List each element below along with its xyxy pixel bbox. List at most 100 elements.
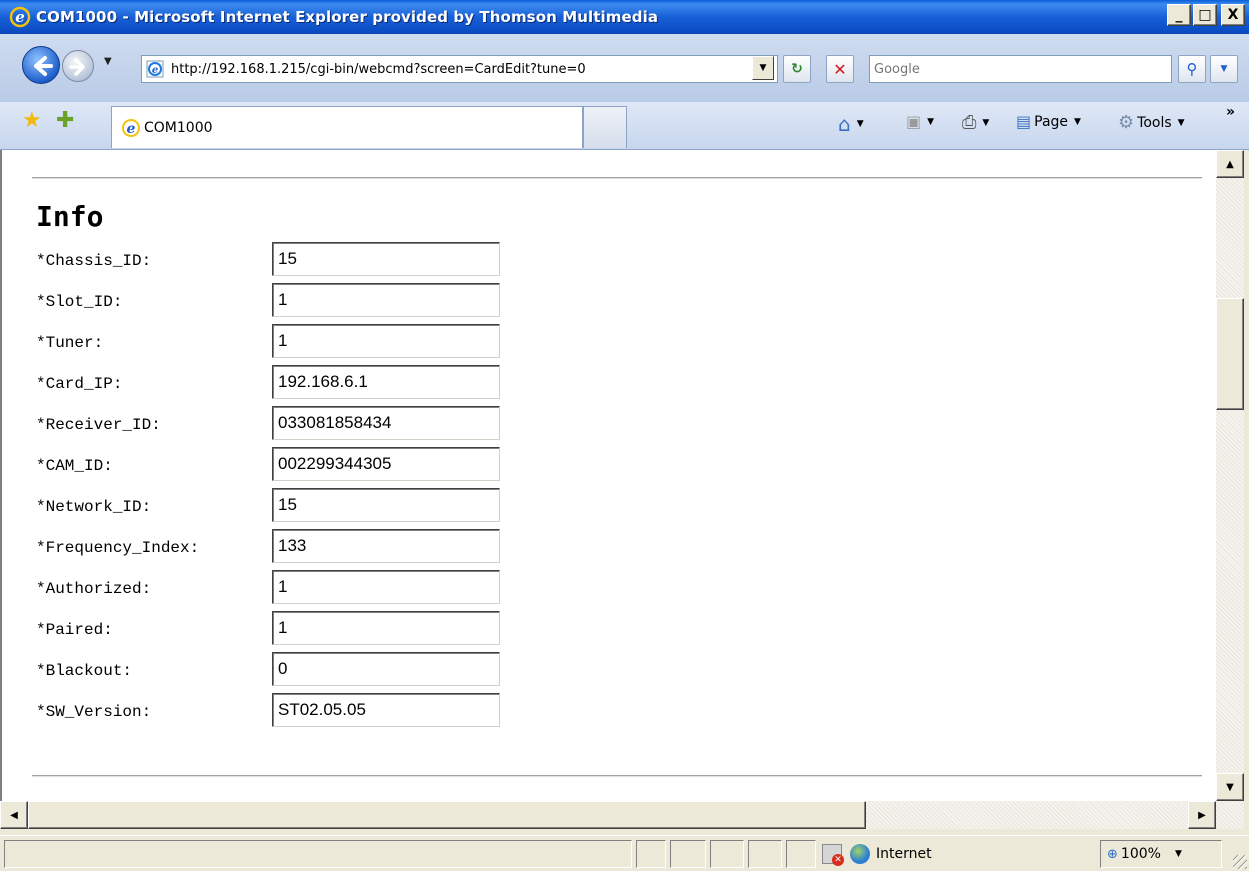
field-label: *Blackout: <box>36 662 133 680</box>
field-label: *CAM_ID: <box>36 457 113 475</box>
maximize-button[interactable]: □ <box>1193 4 1217 26</box>
paired-field[interactable] <box>272 611 500 645</box>
status-bar: ✕ Internet ⊕ 100% ▼ <box>0 835 1249 871</box>
field-label: *Tuner: <box>36 334 104 352</box>
field-label: *Receiver_ID: <box>36 416 161 434</box>
search-button[interactable]: ⚲ <box>1178 55 1206 83</box>
address-bar[interactable]: e <box>141 55 778 83</box>
cam-id-field[interactable] <box>272 447 500 481</box>
zone-label: Internet <box>876 846 932 862</box>
address-input[interactable] <box>165 58 777 80</box>
forward-arrow-icon <box>69 58 85 76</box>
chevron-down-icon: ▼ <box>1074 116 1081 127</box>
forward-button[interactable] <box>62 50 94 82</box>
horizontal-scrollbar[interactable]: ◀ ▶ <box>0 801 1244 829</box>
toolbar-overflow-button[interactable]: » <box>1226 104 1235 120</box>
arrow-up-icon: ▲ <box>1226 158 1234 170</box>
tab-com1000[interactable]: e COM1000 <box>111 106 583 148</box>
page-icon: e <box>146 60 164 78</box>
security-zone[interactable]: ✕ Internet <box>822 840 932 868</box>
field-label: *Paired: <box>36 621 113 639</box>
favorites-center-star-icon[interactable]: ★ <box>22 110 42 132</box>
search-icon: ⚲ <box>1186 60 1198 78</box>
status-panel <box>636 840 666 868</box>
field-label: *Network_ID: <box>36 498 152 516</box>
tools-menu-button[interactable]: ⚙ Tools ▼ <box>1118 112 1185 133</box>
scroll-down-button[interactable]: ▼ <box>1216 773 1244 801</box>
feed-icon: ▣ <box>906 112 922 131</box>
stop-icon: ✕ <box>833 59 847 79</box>
home-button[interactable]: ⌂ ▼ <box>838 112 864 136</box>
arrow-left-icon: ◀ <box>10 809 18 821</box>
new-tab-button[interactable] <box>583 106 627 148</box>
close-button[interactable]: X <box>1221 4 1245 26</box>
svg-text:e: e <box>127 121 136 137</box>
print-button[interactable]: ⎙ ▼ <box>962 112 989 133</box>
vertical-scroll-thumb[interactable] <box>1216 298 1244 410</box>
status-panel <box>710 840 744 868</box>
search-box[interactable] <box>869 55 1172 83</box>
network-id-field[interactable] <box>272 488 500 522</box>
page-icon: ▤ <box>1016 112 1032 131</box>
blackout-field[interactable] <box>272 652 500 686</box>
arrow-down-icon: ▼ <box>1226 781 1234 793</box>
horizontal-rule <box>32 177 1202 179</box>
field-label: *Frequency_Index: <box>36 539 200 557</box>
back-arrow-icon <box>34 56 53 76</box>
status-panel <box>786 840 816 868</box>
zoom-icon: ⊕ <box>1107 846 1118 862</box>
back-button[interactable] <box>22 46 60 84</box>
add-to-favorites-icon[interactable]: ✚ <box>56 110 74 132</box>
scroll-up-button[interactable]: ▲ <box>1216 150 1244 178</box>
sw-version-field[interactable] <box>272 693 500 727</box>
arrow-right-icon: ▶ <box>1198 809 1206 821</box>
card-ip-field[interactable] <box>272 365 500 399</box>
refresh-icon: ↻ <box>791 61 803 77</box>
scroll-right-button[interactable]: ▶ <box>1188 801 1216 829</box>
chevron-down-icon: ▼ <box>1177 117 1185 128</box>
chevron-down-icon: ▼ <box>856 119 864 129</box>
frequency-index-field[interactable] <box>272 529 500 563</box>
field-label: *SW_Version: <box>36 703 152 721</box>
svg-text:e: e <box>152 65 158 76</box>
field-label: *Slot_ID: <box>36 293 123 311</box>
page-content: Info *Chassis_ID: *Slot_ID: *Tuner: *Car… <box>0 150 1216 801</box>
internet-explorer-icon: e <box>9 6 31 28</box>
tab-label: COM1000 <box>144 119 213 136</box>
scroll-left-button[interactable]: ◀ <box>0 801 28 829</box>
address-dropdown-button[interactable]: ▼ <box>752 56 774 80</box>
feeds-button[interactable]: ▣ ▼ <box>906 112 934 131</box>
search-input[interactable] <box>870 56 1171 82</box>
horizontal-rule <box>32 775 1202 777</box>
slot-id-field[interactable] <box>272 283 500 317</box>
stop-button[interactable]: ✕ <box>826 55 854 83</box>
svg-text:e: e <box>15 8 25 26</box>
refresh-button[interactable]: ↻ <box>783 55 811 83</box>
horizontal-scroll-thumb[interactable] <box>28 801 866 829</box>
vertical-scrollbar[interactable]: ▲ ▼ <box>1216 150 1244 801</box>
chassis-id-field[interactable] <box>272 242 500 276</box>
recent-pages-dropdown[interactable]: ▼ <box>104 56 112 67</box>
page-heading: Info <box>36 200 104 233</box>
internet-explorer-icon: e <box>122 118 140 137</box>
globe-icon <box>850 844 870 864</box>
receiver-id-field[interactable] <box>272 406 500 440</box>
printer-icon: ⎙ <box>962 112 977 133</box>
search-options-dropdown[interactable]: ▼ <box>1210 55 1238 83</box>
zoom-control[interactable]: ⊕ 100% ▼ <box>1100 840 1222 868</box>
page-menu-button[interactable]: ▤ Page ▼ <box>1016 112 1081 131</box>
status-panel <box>670 840 706 868</box>
status-panel <box>748 840 782 868</box>
resize-grip[interactable] <box>1233 855 1247 869</box>
field-label: *Card_IP: <box>36 375 123 393</box>
home-icon: ⌂ <box>838 112 851 136</box>
field-label: *Authorized: <box>36 580 152 598</box>
authorized-field[interactable] <box>272 570 500 604</box>
minimize-button[interactable]: _ <box>1167 4 1191 26</box>
chevron-down-icon: ▼ <box>982 117 990 128</box>
chevron-down-icon: ▼ <box>927 116 935 127</box>
tools-menu-label: Tools <box>1137 114 1172 131</box>
title-bar[interactable]: e COM1000 - Microsoft Internet Explorer … <box>0 0 1249 34</box>
tuner-field[interactable] <box>272 324 500 358</box>
popup-blocked-icon: ✕ <box>822 844 844 866</box>
